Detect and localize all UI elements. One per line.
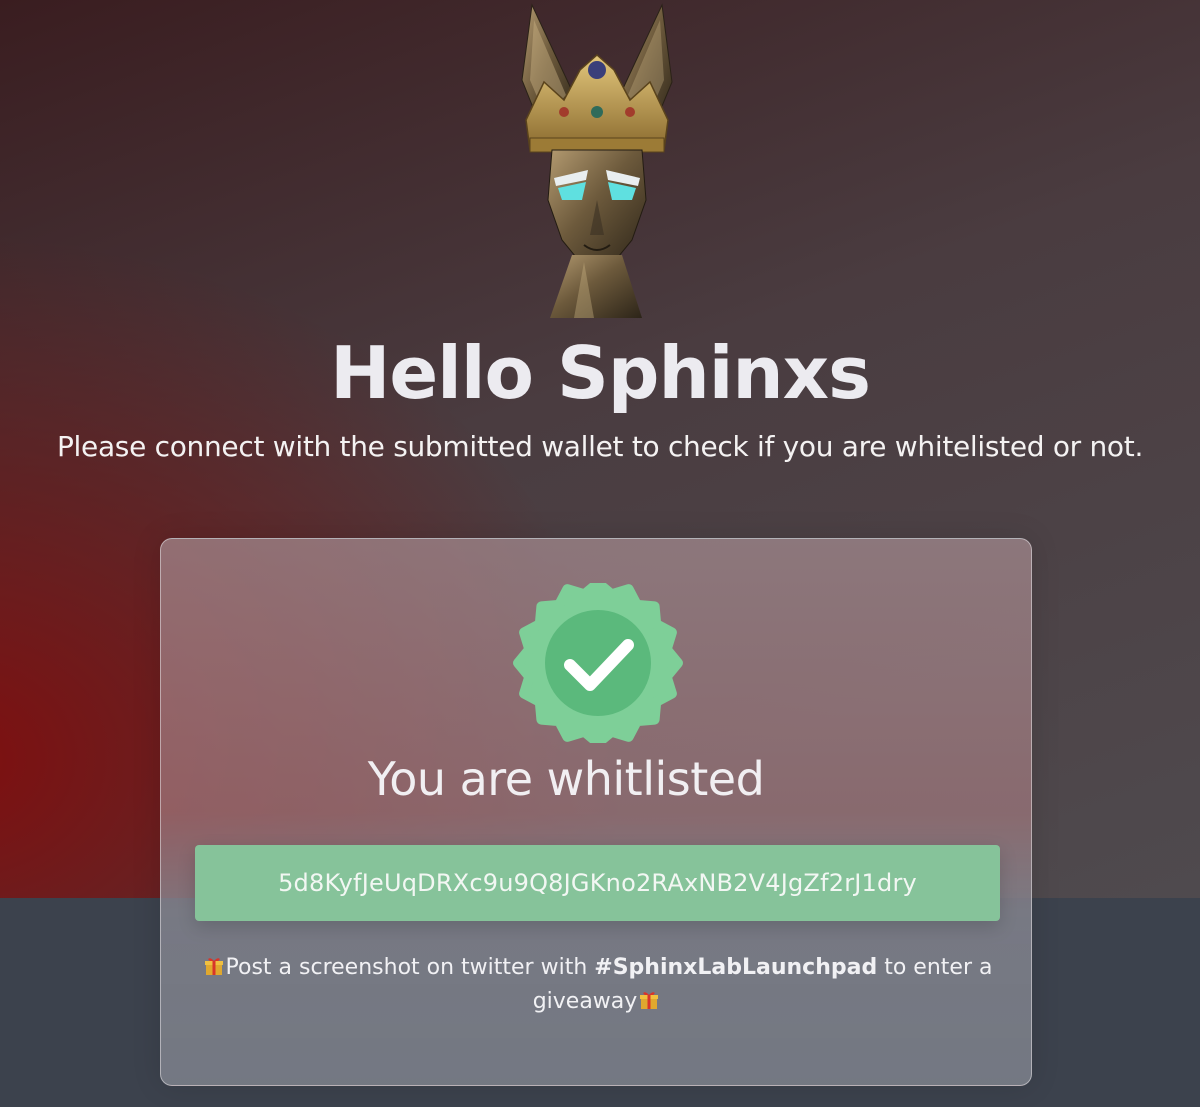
giveaway-hashtag: #SphinxLabLaunchpad — [594, 955, 878, 980]
page: Hello Sphinxs Please connect with the su… — [0, 0, 1200, 1107]
whitelist-result-card: You are whitlisted 5d8KyfJeUqDRXc9u9Q8JG… — [160, 538, 1032, 1086]
gift-icon — [639, 990, 659, 1010]
gift-icon — [204, 956, 224, 976]
sphinx-mascot-image — [514, 0, 680, 318]
page-title: Hello Sphinxs — [330, 331, 871, 415]
giveaway-note: Post a screenshot on twitter with #Sphin… — [181, 951, 1013, 1019]
crowned-sphinx-icon — [521, 3, 673, 318]
page-subtitle: Please connect with the submitted wallet… — [56, 430, 1144, 463]
wallet-address: 5d8KyfJeUqDRXc9u9Q8JGKno2RAxNB2V4JgZf2rJ… — [278, 869, 917, 897]
verified-check-icon — [513, 583, 683, 743]
whitelist-status-text: You are whitlisted — [367, 752, 765, 806]
note-prefix: Post a screenshot on twitter with — [225, 955, 588, 980]
wallet-address-box: 5d8KyfJeUqDRXc9u9Q8JGKno2RAxNB2V4JgZf2rJ… — [195, 845, 1000, 921]
